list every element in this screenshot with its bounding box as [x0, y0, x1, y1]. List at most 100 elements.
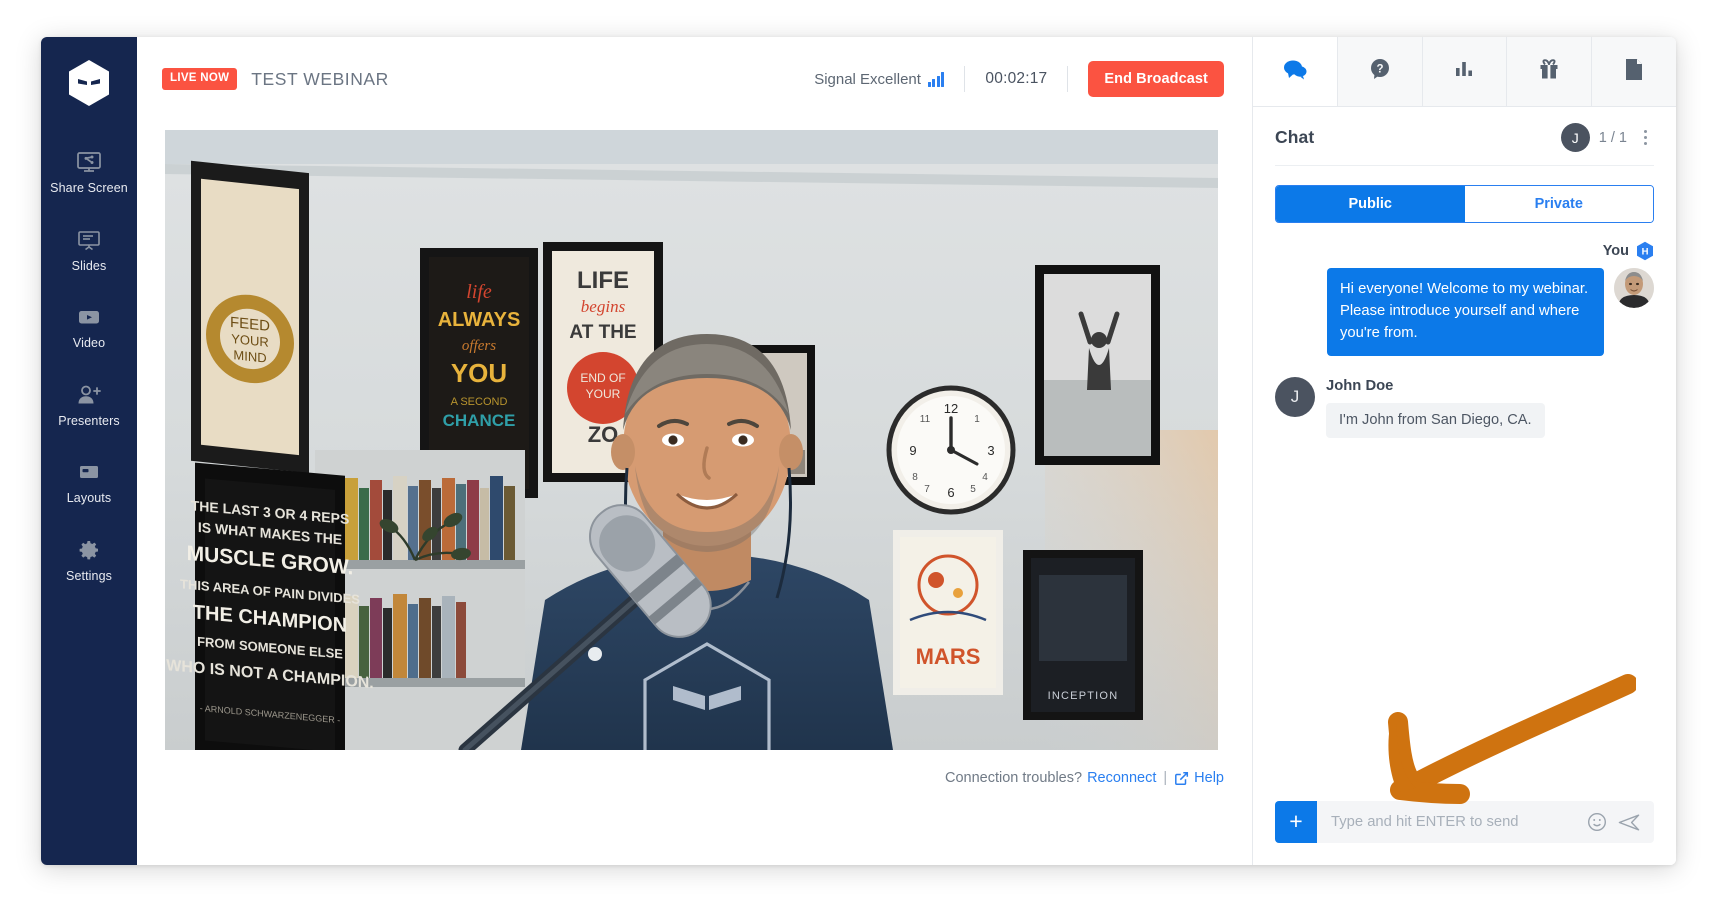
svg-text:life: life — [466, 281, 492, 303]
message-author-row: You H — [1603, 241, 1654, 261]
message-author-name: John Doe — [1326, 378, 1394, 395]
svg-text:INCEPTION: INCEPTION — [1048, 690, 1119, 702]
message-body-row: Hi everyone! Welcome to my webinar. Plea… — [1327, 268, 1654, 357]
video-scene-illustration: FEED YOUR MIND life ALWAYS offers YOU A … — [165, 130, 1218, 750]
chat-message-input[interactable] — [1317, 801, 1587, 843]
svg-text:YOUR: YOUR — [586, 387, 621, 401]
screen-share-icon — [76, 149, 102, 175]
chat-bubbles-icon — [1283, 59, 1307, 85]
divider — [964, 66, 966, 92]
layouts-icon — [76, 459, 102, 485]
end-broadcast-button[interactable]: End Broadcast — [1088, 61, 1224, 97]
sidebar-item-share-screen[interactable]: Share Screen — [41, 137, 137, 205]
svg-text:ALWAYS: ALWAYS — [438, 309, 521, 331]
tab-questions[interactable]: ? — [1337, 37, 1423, 106]
plus-icon[interactable]: + — [1275, 801, 1317, 843]
attendee-avatar: J — [1560, 123, 1590, 152]
svg-text:9: 9 — [909, 443, 916, 458]
composer-actions — [1587, 801, 1654, 843]
divider — [1067, 66, 1069, 92]
sidebar-item-presenters[interactable]: Presenters — [41, 370, 137, 438]
svg-text:?: ? — [1376, 64, 1383, 76]
webinar-title: TEST WEBINAR — [251, 68, 389, 89]
add-presenter-icon — [75, 382, 103, 408]
panel-title: Chat — [1275, 127, 1315, 147]
app-window: Share Screen Slides Video Presenters Lay… — [41, 37, 1676, 865]
presenter-video-feed[interactable]: FEED YOUR MIND life ALWAYS offers YOU A … — [165, 130, 1218, 750]
svg-text:LIFE: LIFE — [577, 267, 629, 294]
svg-text:END OF: END OF — [580, 371, 625, 385]
chat-composer-bar: + — [1275, 801, 1654, 843]
help-link[interactable]: Help — [1194, 770, 1224, 786]
sidebar-item-label: Layouts — [66, 491, 112, 505]
send-paper-plane-icon[interactable] — [1618, 813, 1640, 832]
chat-message-outgoing: You H Hi everyone! Welcome to my webinar… — [1275, 241, 1654, 357]
signal-status-label: Signal Excellent — [814, 70, 921, 88]
connection-troubles-row: Connection troubles? Reconnect | Help — [945, 770, 1224, 786]
gift-icon — [1538, 58, 1560, 85]
bar-chart-icon — [1453, 59, 1475, 84]
left-sidebar: Share Screen Slides Video Presenters Lay… — [41, 37, 137, 865]
svg-text:MARS: MARS — [916, 644, 981, 669]
svg-text:A SECOND: A SECOND — [451, 396, 508, 408]
sidebar-item-label: Settings — [66, 568, 112, 583]
tab-polls[interactable] — [1422, 37, 1508, 106]
message-body: John Doe I'm John from San Diego, CA. — [1326, 377, 1545, 439]
emoji-smiley-icon[interactable] — [1587, 812, 1607, 832]
message-text: Hi everyone! Welcome to my webinar. Plea… — [1327, 268, 1604, 357]
tab-handouts[interactable] — [1592, 37, 1676, 106]
sidebar-item-label: Slides — [71, 258, 107, 273]
video-icon — [76, 304, 102, 330]
svg-text:5: 5 — [970, 484, 976, 495]
svg-text:7: 7 — [924, 484, 930, 495]
svg-text:YOU: YOU — [451, 358, 507, 388]
svg-text:offers: offers — [462, 338, 496, 354]
chat-visibility-toggle: Public Private — [1275, 185, 1654, 223]
chat-message-list: You H Hi everyone! Welcome to my webinar… — [1253, 223, 1676, 801]
svg-text:AT THE: AT THE — [569, 322, 636, 343]
svg-text:4: 4 — [982, 472, 988, 483]
file-icon — [1624, 58, 1644, 86]
ninja-logo-icon — [67, 59, 111, 107]
svg-text:begins: begins — [581, 297, 626, 316]
sidebar-item-layouts[interactable]: Layouts — [41, 447, 137, 515]
segment-public[interactable]: Public — [1276, 186, 1465, 222]
slides-icon — [76, 227, 102, 253]
separator: | — [1163, 770, 1168, 786]
right-side-panel: ? Chat J 1 / 1 Public Private You H Hi e… — [1252, 37, 1676, 865]
svg-text:3: 3 — [987, 443, 994, 458]
svg-text:11: 11 — [920, 414, 931, 425]
reconnect-link[interactable]: Reconnect — [1087, 770, 1156, 786]
gear-icon — [77, 537, 101, 563]
attendee-count: 1 / 1 — [1598, 129, 1627, 146]
connection-prompt: Connection troubles? — [945, 770, 1083, 786]
question-bubble-icon: ? — [1369, 58, 1391, 85]
panel-header: Chat J 1 / 1 — [1253, 107, 1676, 165]
sidebar-item-settings[interactable]: Settings — [41, 525, 137, 593]
sidebar-item-label: Share Screen — [50, 181, 128, 195]
broadcast-topbar: LIVE NOW TEST WEBINAR Signal Excellent 0… — [137, 37, 1252, 121]
svg-text:1: 1 — [974, 414, 980, 425]
avatar: J — [1275, 377, 1315, 418]
sidebar-item-slides[interactable]: Slides — [41, 215, 137, 283]
message-text: I'm John from San Diego, CA. — [1326, 403, 1545, 439]
svg-text:6: 6 — [947, 485, 954, 500]
broadcast-timer: 00:02:17 — [985, 70, 1048, 87]
svg-text:H: H — [1642, 247, 1649, 258]
message-author-name: You — [1602, 243, 1629, 259]
sidebar-item-label: Video — [72, 336, 106, 350]
more-options-icon[interactable] — [1636, 127, 1654, 149]
divider — [1275, 165, 1654, 166]
signal-bars-icon — [927, 71, 945, 87]
live-now-badge: LIVE NOW — [162, 68, 238, 90]
tab-offers[interactable] — [1507, 37, 1593, 106]
external-link-icon[interactable] — [1174, 771, 1189, 786]
chat-message-incoming: J John Doe I'm John from San Diego, CA. — [1275, 377, 1654, 439]
topbar-right-group: Signal Excellent 00:02:17 End Broadcast — [814, 37, 1224, 121]
panel-tab-bar: ? — [1253, 37, 1676, 107]
tab-chat[interactable] — [1253, 37, 1338, 106]
sidebar-item-video[interactable]: Video — [41, 292, 137, 360]
segment-private[interactable]: Private — [1464, 186, 1653, 222]
screenshot-root: Share Screen Slides Video Presenters Lay… — [0, 0, 1719, 909]
avatar — [1614, 268, 1654, 308]
